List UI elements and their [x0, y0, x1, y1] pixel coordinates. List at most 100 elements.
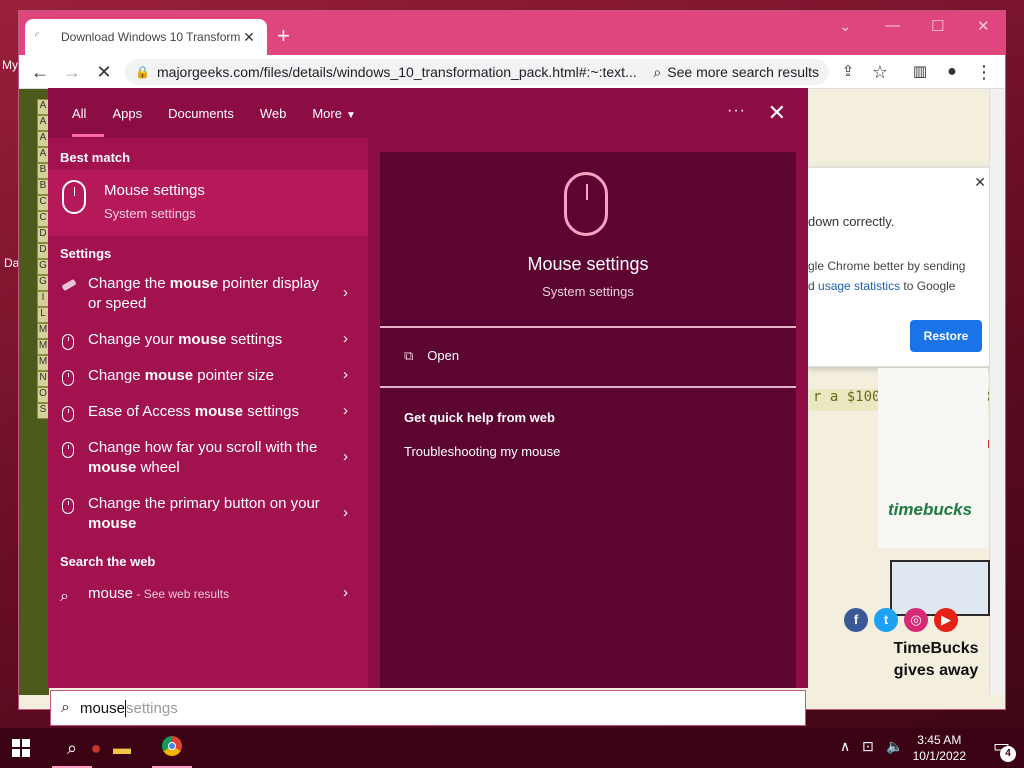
stop-loading-icon[interactable]: ✕: [93, 61, 115, 83]
tab-more[interactable]: More ▼: [312, 106, 356, 121]
close-search-icon[interactable]: ✕: [768, 100, 786, 126]
label-part: wheel: [136, 459, 180, 476]
label-keyword: mouse: [144, 367, 194, 384]
maximize-icon[interactable]: ☐: [931, 17, 944, 35]
facebook-icon[interactable]: f: [844, 608, 868, 632]
tab-apps[interactable]: Apps: [112, 106, 142, 121]
settings-result-label: Change the mouse pointer display or spee…: [88, 274, 324, 314]
side-panel-icon[interactable]: ▥: [909, 61, 931, 83]
label-keyword: mouse: [194, 403, 244, 420]
results-list: Best match Mouse settings System setting…: [48, 138, 368, 688]
restore-button[interactable]: Restore: [910, 320, 982, 352]
mouse-icon: [62, 498, 74, 514]
chevron-right-icon: ›: [343, 584, 348, 601]
usage-statistics-link[interactable]: usage statistics: [818, 279, 900, 293]
settings-result-item[interactable]: Change the primary button on your mouse ›: [48, 494, 368, 534]
more-options-icon[interactable]: ···: [727, 102, 746, 120]
close-window-icon[interactable]: ✕: [977, 17, 990, 35]
share-icon[interactable]: ⇪: [837, 61, 859, 83]
search-scope-tabs: All Apps Documents Web More ▼: [48, 88, 808, 138]
settings-result-label: Change your mouse settings: [88, 330, 324, 350]
app-icon[interactable]: ●: [84, 736, 108, 760]
open-label: Open: [427, 348, 460, 363]
divider: [380, 326, 796, 328]
chevron-right-icon: ›: [343, 366, 348, 383]
see-more-results-chip[interactable]: ⌕ See more search results: [653, 64, 819, 81]
volume-icon[interactable]: 🔈: [886, 738, 903, 755]
settings-result-item[interactable]: Change mouse pointer size ›: [48, 366, 368, 386]
windows-start-icon[interactable]: [12, 739, 30, 757]
minimize-icon[interactable]: —: [885, 17, 900, 34]
tab-more-label: More: [312, 105, 342, 121]
notice-suffix: to Google: [903, 279, 956, 293]
search-web-heading: Search the web: [60, 554, 156, 569]
instagram-icon[interactable]: ◎: [904, 608, 928, 632]
taskbar-clock[interactable]: 3:45 AM 10/1/2022: [913, 732, 966, 764]
best-match-subtitle: System settings: [104, 206, 196, 221]
ad-image[interactable]: [878, 368, 988, 548]
search-suggestion-text: settings: [126, 699, 178, 717]
forward-icon[interactable]: →: [61, 61, 83, 83]
new-tab-button[interactable]: +: [277, 25, 290, 47]
pen-icon: [61, 278, 77, 292]
search-typed-text: mouse: [79, 699, 126, 717]
mouse-icon: [62, 442, 74, 458]
timebucks-logo[interactable]: timebucks: [888, 500, 972, 520]
web-suffix: - See web results: [133, 587, 230, 601]
browser-tab[interactable]: ◜ Download Windows 10 Transform ✕: [25, 19, 267, 55]
network-icon[interactable]: ⊡: [862, 738, 874, 755]
menu-kebab-icon[interactable]: ⋮: [973, 61, 995, 83]
youtube-icon[interactable]: ▶: [934, 608, 958, 632]
web-search-item[interactable]: ⌕ mouse - See web results ›: [48, 584, 368, 608]
settings-result-label: Change mouse pointer size: [88, 366, 324, 386]
file-explorer-icon[interactable]: ▬: [110, 736, 134, 760]
url-text: majorgeeks.com/files/details/windows_10_…: [157, 64, 637, 80]
chevron-right-icon: ›: [343, 284, 348, 301]
tab-web[interactable]: Web: [260, 106, 287, 121]
tab-title: Download Windows 10 Transform: [61, 30, 241, 44]
chevron-up-icon[interactable]: ∧: [840, 738, 850, 755]
troubleshooting-link[interactable]: Troubleshooting my mouse: [404, 444, 560, 459]
tab-search-icon[interactable]: ⌄: [839, 17, 852, 35]
twitter-icon[interactable]: t: [874, 608, 898, 632]
open-action[interactable]: ⧉ Open: [404, 348, 459, 364]
caret-down-icon: ▼: [345, 109, 356, 121]
notice-line1: down correctly.: [808, 214, 895, 229]
settings-result-item[interactable]: Change the mouse pointer display or spee…: [48, 274, 368, 314]
tab-close-icon[interactable]: ✕: [241, 29, 257, 46]
vertical-scrollbar[interactable]: [989, 89, 1005, 695]
notice-lead: d: [808, 279, 815, 293]
web-search-label: mouse - See web results: [88, 584, 324, 604]
back-icon[interactable]: ←: [29, 61, 51, 83]
settings-result-item[interactable]: Ease of Access mouse settings ›: [48, 402, 368, 422]
bookmark-star-icon[interactable]: ☆: [869, 61, 891, 83]
tab-documents[interactable]: Documents: [168, 106, 234, 121]
mouse-icon: [62, 180, 86, 214]
notice-line2: gle Chrome better by sending d usage sta…: [808, 256, 988, 296]
search-icon: ⌕: [653, 63, 662, 80]
best-match-heading: Best match: [60, 150, 131, 165]
label-part: Change: [88, 367, 145, 384]
settings-result-label: Change the primary button on your mouse: [88, 494, 324, 534]
tab-all[interactable]: All: [72, 106, 106, 137]
best-match-item[interactable]: Mouse settings System settings: [48, 170, 368, 236]
tab-loading-icon: ◜: [35, 31, 39, 42]
address-bar[interactable]: 🔒 majorgeeks.com/files/details/windows_1…: [125, 59, 829, 85]
taskbar: ⌕ ● ▬ ∧ ⊡ 🔈 3:45 AM 10/1/2022 ▭ 4: [0, 728, 1024, 768]
lock-icon[interactable]: 🔒: [135, 65, 150, 79]
timebucks-text[interactable]: TimeBucks gives away: [880, 638, 992, 682]
chevron-right-icon: ›: [343, 504, 348, 521]
best-match-title: Mouse settings: [104, 182, 205, 199]
search-input[interactable]: ⌕ mouse settings: [50, 690, 806, 726]
chrome-icon[interactable]: [160, 736, 184, 760]
desktop-label-my: My: [2, 58, 18, 72]
settings-result-item[interactable]: Change your mouse settings ›: [48, 330, 368, 350]
notice-close-icon[interactable]: ✕: [974, 174, 986, 191]
settings-result-item[interactable]: Change how far you scroll with the mouse…: [48, 438, 368, 478]
label-keyword: mouse: [178, 331, 227, 348]
preview-title: Mouse settings: [527, 254, 649, 274]
profile-icon[interactable]: ●: [941, 61, 963, 83]
search-icon[interactable]: ⌕: [60, 736, 84, 760]
quick-help-heading: Get quick help from web: [404, 410, 555, 425]
chrome-restore-notice: ✕ down correctly. gle Chrome better by s…: [807, 167, 991, 367]
